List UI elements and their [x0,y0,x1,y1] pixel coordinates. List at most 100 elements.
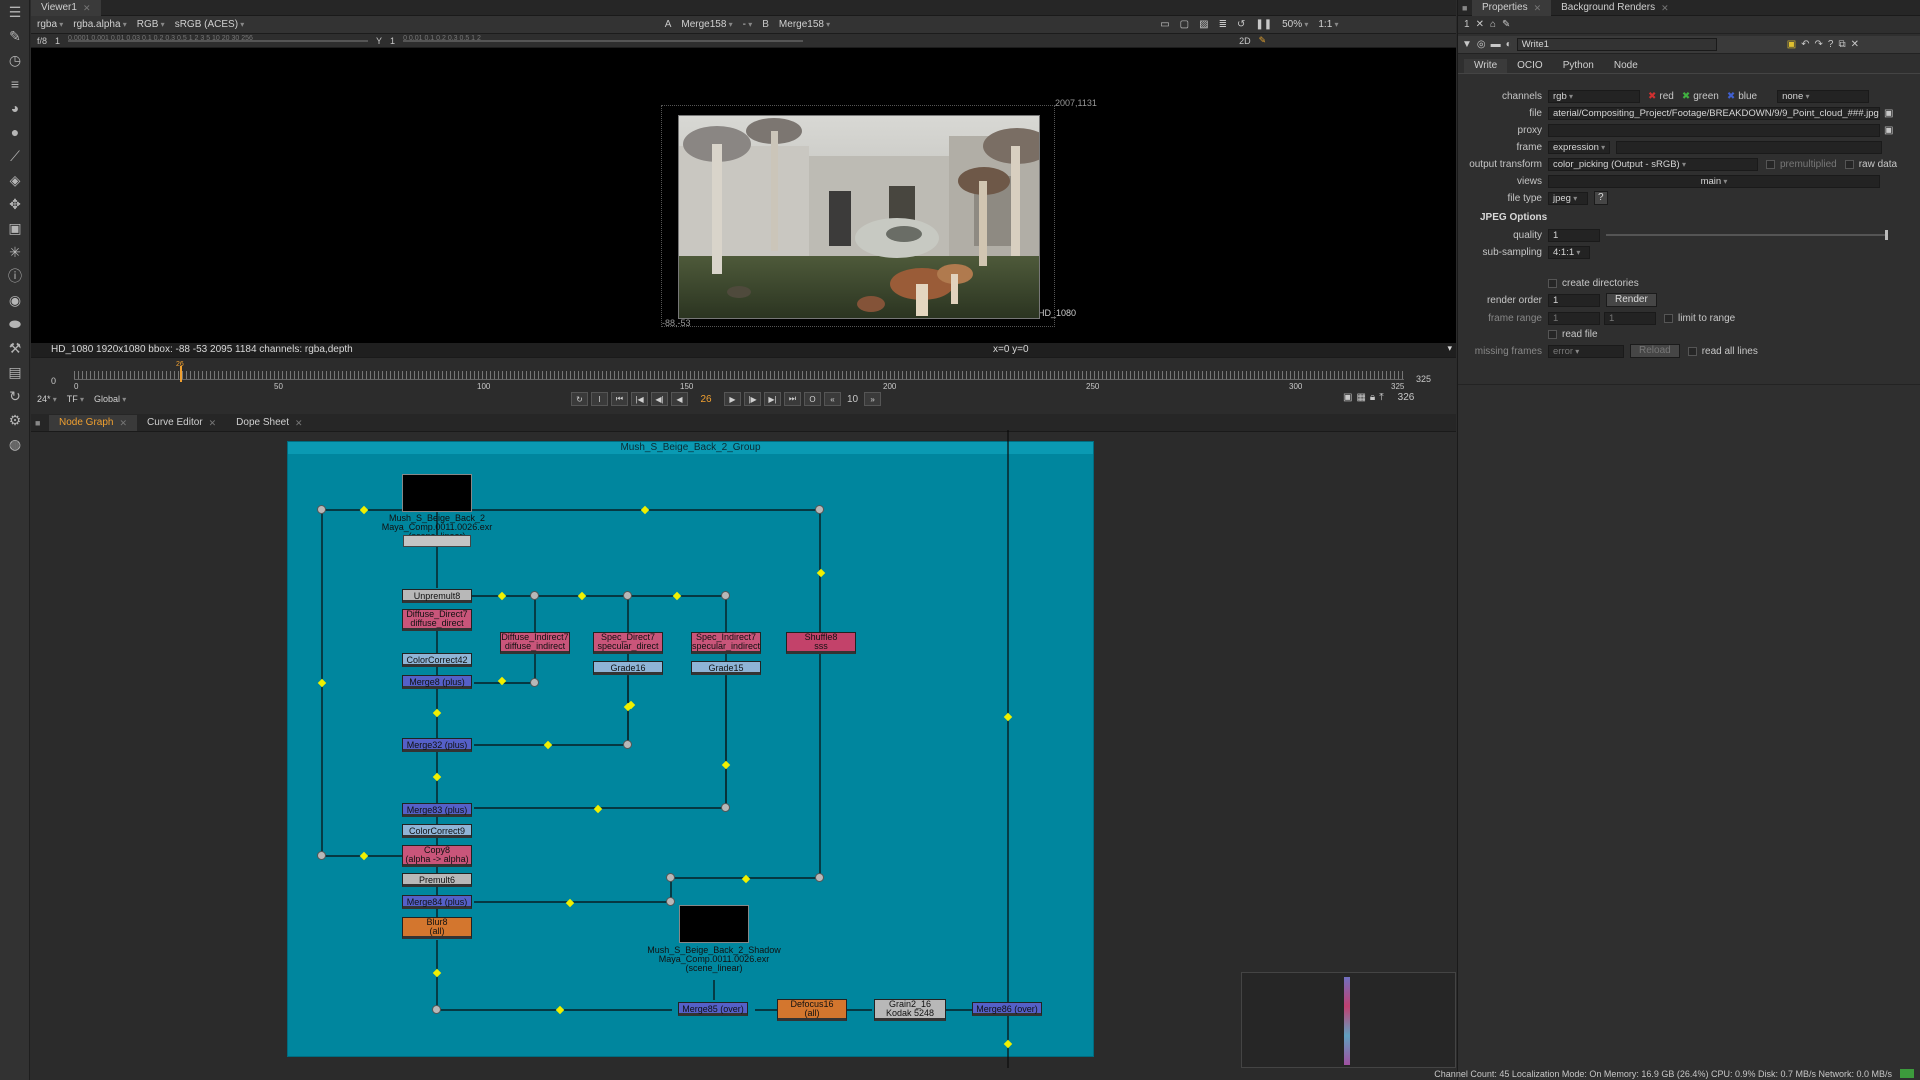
view-mode[interactable]: 2D [1239,36,1251,46]
input-op-dropdown[interactable]: - [743,19,753,30]
clip-icon[interactable]: ▨ [1199,19,1208,30]
display-dropdown[interactable]: RGB [137,19,165,30]
next-keyframe-icon[interactable]: ▶| [764,392,781,406]
tab-properties[interactable]: Properties ✕ [1472,0,1552,16]
paint-brush-icon[interactable]: ✎ [1259,35,1267,46]
colorspace-dropdown[interactable]: sRGB (ACES) [175,19,345,30]
pause-icon[interactable]: ❚❚ [1255,19,1272,30]
node-unpremult[interactable]: Unpremult8 [402,589,472,603]
gamma-slider[interactable]: 0 0.01 0.1 0.2 0.3 0.5 1 2 [403,35,804,42]
node-grade15[interactable]: Grade15 [691,661,761,675]
frame-range-start[interactable]: 1 [1548,311,1600,325]
read-file-checkbox[interactable] [1548,329,1557,339]
refresh-icon[interactable]: ↻ [0,384,30,408]
file-field[interactable]: aterial/Compositing_Project/Footage/BREA… [1548,106,1880,120]
last-frame-value[interactable]: 326 [1388,392,1415,403]
graph-dot[interactable] [721,591,730,600]
file-type-dropdown[interactable]: jpeg [1548,191,1588,205]
tab-background-renders[interactable]: Background Renders ✕ [1551,0,1679,16]
particles-icon[interactable]: ✳ [0,240,30,264]
node-premult[interactable]: Premult6 [402,873,472,887]
help-icon[interactable]: ? [1828,39,1834,50]
paint-icon[interactable]: ⬬ [0,312,30,336]
brush-icon[interactable]: ⟋ [0,144,30,168]
node-colorcorrect9[interactable]: ColorCorrect9 [402,824,472,838]
subtab-node[interactable]: Node [1604,59,1648,73]
graph-dot[interactable] [815,505,824,514]
close-icon[interactable]: ✕ [119,415,127,431]
panel-count[interactable]: 1 [1464,19,1470,30]
subtab-ocio[interactable]: OCIO [1507,59,1553,73]
channels-dropdown[interactable]: rgba [37,19,63,30]
frame-dropdown[interactable]: expression [1548,140,1610,154]
red-check-icon[interactable]: ✖ [1648,91,1656,102]
graph-dot[interactable] [623,591,632,600]
graph-dot[interactable] [317,851,326,860]
overlay-icon[interactable]: ▢ [1180,19,1189,30]
close-icon[interactable]: ✕ [1534,0,1542,16]
node-merge8[interactable]: Merge8 (plus) [402,675,472,689]
globe-icon[interactable]: ◍ [0,432,30,456]
blue-check-icon[interactable]: ✖ [1727,91,1735,102]
node-name-field[interactable]: Write1 [1516,38,1717,51]
input-b-dropdown[interactable]: Merge158 [779,19,830,30]
input-a-dropdown[interactable]: Merge158 [681,19,732,30]
pin-icon[interactable]: ⌂ [1490,19,1496,30]
info-icon[interactable]: ⓘ [0,264,30,288]
cube-icon[interactable]: ▣ [0,216,30,240]
current-frame[interactable]: 26 [691,394,721,405]
graph-dot[interactable] [666,873,675,882]
palette-icon[interactable]: ◕ [0,96,30,120]
extra-channel-dropdown[interactable]: none [1777,89,1870,103]
circle-icon[interactable]: ● [0,120,30,144]
step-forward-icon[interactable]: » [864,392,882,406]
play-forward-icon[interactable]: ▶ [724,392,741,406]
premultiplied-checkbox[interactable] [1766,159,1775,169]
gear-icon[interactable]: ⚙ [0,408,30,432]
prev-keyframe-icon[interactable]: |◀ [631,392,648,406]
tab-viewer[interactable]: Viewer1 ✕ [31,0,101,16]
close-icon[interactable]: ✕ [295,415,303,431]
read-all-lines-checkbox[interactable] [1687,346,1697,356]
out-point-icon[interactable]: O [804,392,821,406]
loop-icon[interactable]: ↻ [571,392,588,406]
graph-dot[interactable] [815,873,824,882]
reload-button[interactable]: Reload [1630,344,1680,358]
node-merge84[interactable]: Merge84 (plus) [402,895,472,909]
node-diffuse-direct[interactable]: Diffuse_Direct7 diffuse_direct [402,609,472,631]
output-transform-dropdown[interactable]: color_picking (Output - sRGB) [1548,157,1758,171]
roi-icon[interactable]: ▭ [1160,19,1169,30]
close-icon[interactable]: ✕ [1851,39,1859,50]
gain-slider[interactable]: 0.0001 0.001 0.01 0.03 0.1 0.2 0.3 0.5 1… [68,35,369,42]
close-icon[interactable]: ✕ [209,415,217,431]
playhead[interactable] [180,366,182,382]
node-spec-direct[interactable]: Spec_Direct7 specular_direct [593,632,663,654]
quality-slider[interactable] [1606,230,1888,240]
redo-icon[interactable]: ↷ [1815,39,1823,50]
node-colorcorrect42[interactable]: ColorCorrect42 [402,653,472,667]
first-frame-icon[interactable]: ⏮ [611,392,628,406]
undo-icon[interactable]: ↶ [1801,39,1809,50]
gain-value[interactable]: 1 [55,36,60,46]
graph-dot[interactable] [623,740,632,749]
pane-menu-icon[interactable]: ■ [1458,3,1472,13]
render-icon[interactable]: ▣ [1787,39,1796,50]
subsampling-dropdown[interactable]: 4:1:1 [1548,245,1590,259]
lut-icon[interactable]: ≣ [1219,19,1227,30]
gamma-value[interactable]: 1 [390,36,395,46]
mask-icon[interactable]: ▬ [1491,39,1501,50]
node-grade16[interactable]: Grade16 [593,661,663,675]
clock-icon[interactable]: ◷ [0,48,30,72]
center-icon[interactable]: ◎ [1477,39,1486,50]
read-thumbnail[interactable] [402,474,472,512]
close-icon[interactable]: ✕ [1661,0,1669,16]
alpha-dropdown[interactable]: rgba.alpha [73,19,127,30]
render-button[interactable]: Render [1606,293,1657,307]
prev-frame-icon[interactable]: ◀| [651,392,668,406]
raw-data-checkbox[interactable] [1844,159,1854,169]
shadow-read-thumbnail[interactable] [679,905,749,943]
missing-frames-dropdown[interactable]: error [1548,344,1624,358]
limit-to-range-checkbox[interactable] [1664,313,1673,323]
node-grain[interactable]: Grain2_16 Kodak 5248 [874,999,946,1021]
node-diffuse-indirect[interactable]: Diffuse_Indirect7 diffuse_indirect [500,632,570,654]
